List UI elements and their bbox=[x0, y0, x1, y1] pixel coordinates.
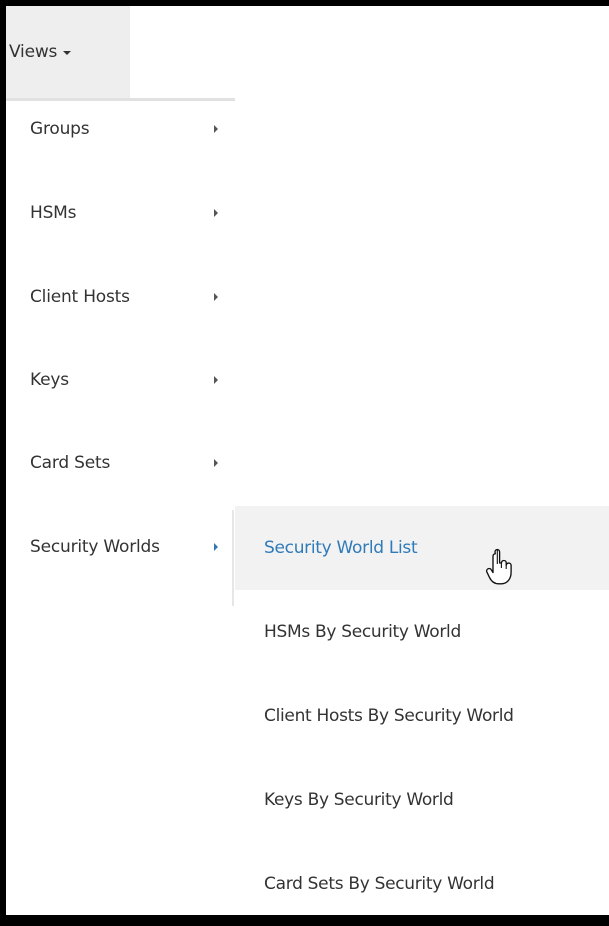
menu-item-keys[interactable]: Keys bbox=[6, 360, 235, 400]
submenu-item-security-world-list[interactable]: Security World List bbox=[235, 506, 609, 590]
caret-right-icon bbox=[214, 459, 218, 467]
security-worlds-submenu: Security World List HSMs By Security Wor… bbox=[235, 506, 609, 915]
submenu-item-card-sets-by-security-world[interactable]: Card Sets By Security World bbox=[235, 842, 609, 926]
submenu-item-label: HSMs By Security World bbox=[264, 622, 461, 642]
menu-item-client-hosts[interactable]: Client Hosts bbox=[6, 277, 235, 317]
menu-item-label: HSMs bbox=[30, 203, 77, 223]
submenu-divider bbox=[232, 510, 234, 606]
caret-right-icon bbox=[214, 293, 218, 301]
menu-item-label: Client Hosts bbox=[30, 287, 130, 307]
submenu-item-label: Security World List bbox=[264, 538, 418, 558]
views-dropdown-button[interactable]: Views bbox=[6, 6, 130, 98]
submenu-item-label: Client Hosts By Security World bbox=[264, 706, 514, 726]
menu-item-label: Groups bbox=[30, 119, 90, 139]
submenu-item-client-hosts-by-security-world[interactable]: Client Hosts By Security World bbox=[235, 674, 609, 758]
submenu-item-label: Keys By Security World bbox=[264, 790, 454, 810]
views-menu-screen: Views Groups HSMs Client Hosts Keys Card… bbox=[6, 6, 609, 915]
menu-item-groups[interactable]: Groups bbox=[6, 109, 235, 149]
submenu-item-keys-by-security-world[interactable]: Keys By Security World bbox=[235, 758, 609, 842]
menu-item-label: Keys bbox=[30, 370, 69, 390]
caret-right-icon bbox=[214, 209, 218, 217]
caret-right-icon bbox=[214, 125, 218, 133]
menu-item-card-sets[interactable]: Card Sets bbox=[6, 443, 235, 483]
pointer-hand-icon bbox=[485, 548, 512, 585]
menu-item-label: Security Worlds bbox=[30, 537, 160, 557]
caret-down-icon bbox=[63, 51, 72, 55]
menu-item-hsms[interactable]: HSMs bbox=[6, 193, 235, 233]
menu-item-label: Card Sets bbox=[30, 453, 111, 473]
views-button-label: Views bbox=[9, 42, 58, 62]
caret-right-icon bbox=[214, 376, 218, 384]
menu-item-security-worlds[interactable]: Security Worlds bbox=[6, 527, 235, 567]
caret-right-icon bbox=[214, 543, 218, 551]
submenu-item-hsms-by-security-world[interactable]: HSMs By Security World bbox=[235, 590, 609, 674]
dropdown-top-border bbox=[6, 98, 235, 101]
submenu-item-label: Card Sets By Security World bbox=[264, 874, 495, 894]
